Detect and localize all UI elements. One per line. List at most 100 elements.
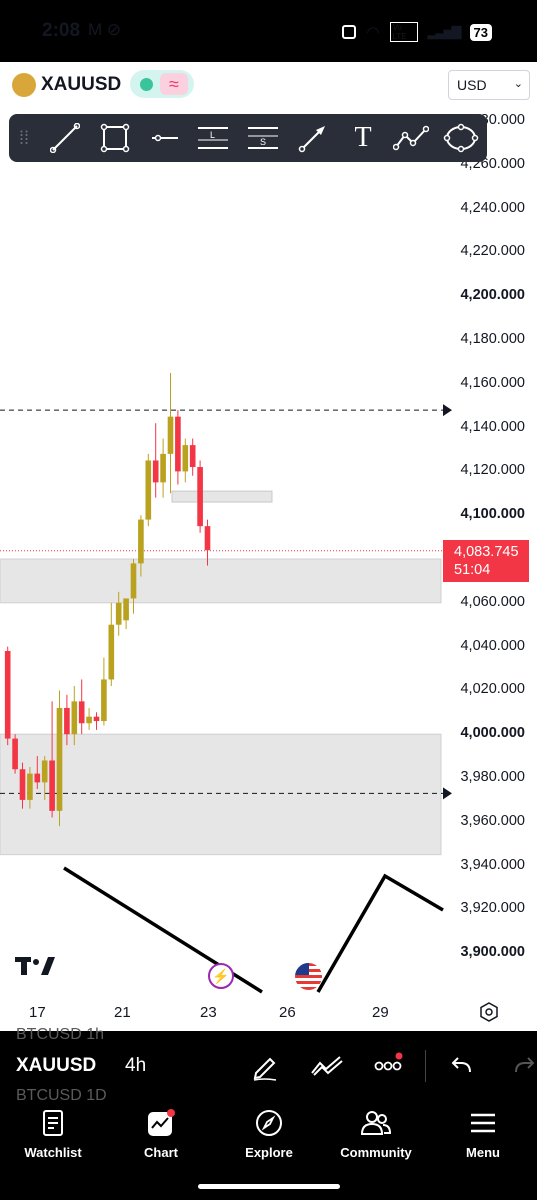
- horizontal-line-icon[interactable]: [147, 122, 183, 154]
- time-tick-label: 29: [372, 1004, 389, 1021]
- price-tick-label: 4,180.000: [460, 331, 525, 347]
- price-tick-label: 3,920.000: [460, 900, 525, 917]
- indicators-icon[interactable]: [310, 1053, 344, 1079]
- text-icon[interactable]: T: [345, 122, 381, 154]
- current-price-value: 4,083.745: [454, 544, 519, 560]
- trade-symbol[interactable]: XAUUSD: [16, 1055, 96, 1077]
- volte-icon: Vo LTE: [389, 22, 418, 42]
- candle-body: [167, 416, 174, 454]
- trend-line-icon[interactable]: [47, 122, 83, 154]
- candle-body: [64, 707, 70, 735]
- candle-body: [12, 738, 18, 770]
- price-tick-label: 4,200.000: [460, 287, 525, 304]
- undo-icon[interactable]: [450, 1054, 474, 1076]
- candle-body: [19, 769, 26, 800]
- hamburger-menu-icon: [471, 1113, 495, 1133]
- us-flag-event-icon[interactable]: [295, 963, 322, 990]
- bar-countdown: 51:04: [454, 562, 491, 578]
- long-label: L: [210, 130, 215, 140]
- price-tick-label: 4,160.000: [460, 374, 525, 391]
- battery-icon: 73: [469, 23, 492, 41]
- price-tick-label: 3,980.000: [460, 769, 525, 785]
- nav-watchlist[interactable]: Watchlist: [8, 1108, 98, 1160]
- price-tick-label: 4,040.000: [460, 637, 525, 654]
- candle-body: [86, 716, 92, 724]
- candle-body: [56, 707, 63, 811]
- candle-body: [101, 679, 107, 722]
- toolbar-divider: [425, 1050, 426, 1082]
- nav-label: Watchlist: [24, 1145, 82, 1160]
- wifi-icon: ◠: [366, 24, 380, 41]
- candle-body: [34, 773, 41, 783]
- candle-body: [4, 650, 11, 739]
- notification-icons: M ⊘: [88, 20, 122, 39]
- drag-handle-icon[interactable]: ⁞⁞: [9, 122, 39, 154]
- price-tick-label: 4,120.000: [460, 462, 525, 479]
- candle-body: [49, 760, 55, 811]
- time-tick-label: 21: [114, 1004, 131, 1021]
- candle-body: [78, 701, 85, 724]
- current-price-label: 4,083.745 51:04: [443, 540, 529, 582]
- price-tick-label: 4,000.000: [460, 725, 525, 742]
- more-options-icon[interactable]: [374, 1052, 404, 1078]
- time-tick-label: 17: [29, 1004, 46, 1021]
- ray-arrow-icon: [443, 787, 452, 800]
- long-position-icon[interactable]: L: [195, 122, 231, 154]
- candle-body: [93, 716, 100, 722]
- candle-body: [175, 416, 181, 472]
- nav-label: Community: [340, 1145, 412, 1160]
- price-tick-label: 4,240.000: [460, 199, 525, 216]
- price-tick-label: 4,060.000: [460, 593, 525, 610]
- price-tick-label: 4,020.000: [460, 681, 525, 698]
- nav-menu[interactable]: Menu: [438, 1108, 528, 1160]
- candle-body: [130, 563, 137, 599]
- watchlist-ghost-prev[interactable]: BTCUSD 1h: [16, 1026, 104, 1044]
- candle-body: [182, 445, 189, 472]
- arrow-icon[interactable]: [295, 122, 331, 154]
- candle-body: [145, 460, 152, 520]
- nav-label: Explore: [245, 1145, 293, 1160]
- price-tick-label: 3,960.000: [460, 812, 525, 829]
- pen-icon[interactable]: [250, 1051, 280, 1081]
- candle-body: [189, 445, 196, 468]
- lightning-event-icon[interactable]: ⚡: [208, 963, 234, 989]
- trade-interval[interactable]: 4h: [125, 1055, 146, 1077]
- short-position-icon[interactable]: S: [245, 122, 281, 154]
- candle-body: [204, 526, 211, 551]
- nav-community[interactable]: Community: [331, 1108, 421, 1160]
- watchlist-icon: [43, 1110, 63, 1136]
- redo-icon[interactable]: [512, 1054, 536, 1076]
- candle-body: [123, 598, 129, 621]
- price-tick-label: 4,140.000: [460, 418, 525, 435]
- rectangle-icon[interactable]: [97, 122, 133, 154]
- projection-line: [316, 873, 444, 993]
- small-zone: [171, 490, 273, 503]
- candle-body: [152, 460, 159, 483]
- nfc-icon: [342, 25, 357, 39]
- supply-demand-zone: [0, 733, 442, 856]
- circle-icon[interactable]: [443, 122, 479, 154]
- nav-label: Chart: [144, 1145, 178, 1160]
- price-tick-label: 4,100.000: [460, 506, 525, 523]
- path-icon[interactable]: [393, 122, 429, 154]
- short-label: S: [260, 137, 266, 147]
- gesture-bar[interactable]: [198, 1184, 340, 1189]
- price-tick-label: 4,220.000: [460, 243, 525, 260]
- chart-icon: [148, 1109, 175, 1136]
- candle-body: [197, 467, 203, 527]
- status-time: 2:08: [42, 20, 81, 41]
- price-tick-label: 3,940.000: [460, 856, 525, 873]
- nav-chart[interactable]: Chart: [116, 1108, 206, 1160]
- compass-icon: [256, 1110, 282, 1136]
- candle-body: [160, 453, 166, 483]
- settings-hex-icon[interactable]: [479, 1002, 499, 1022]
- status-right: ◠ Vo LTE ▂▃▅▇ 73: [342, 22, 492, 42]
- nav-label: Menu: [466, 1145, 500, 1160]
- candle-body: [27, 773, 33, 800]
- ray-arrow-icon: [443, 404, 452, 417]
- nav-explore[interactable]: Explore: [224, 1108, 314, 1160]
- time-tick-label: 26: [279, 1004, 296, 1021]
- candle-body: [115, 602, 122, 625]
- price-tick-label: 3,900.000: [460, 944, 525, 961]
- candle-body: [108, 624, 115, 680]
